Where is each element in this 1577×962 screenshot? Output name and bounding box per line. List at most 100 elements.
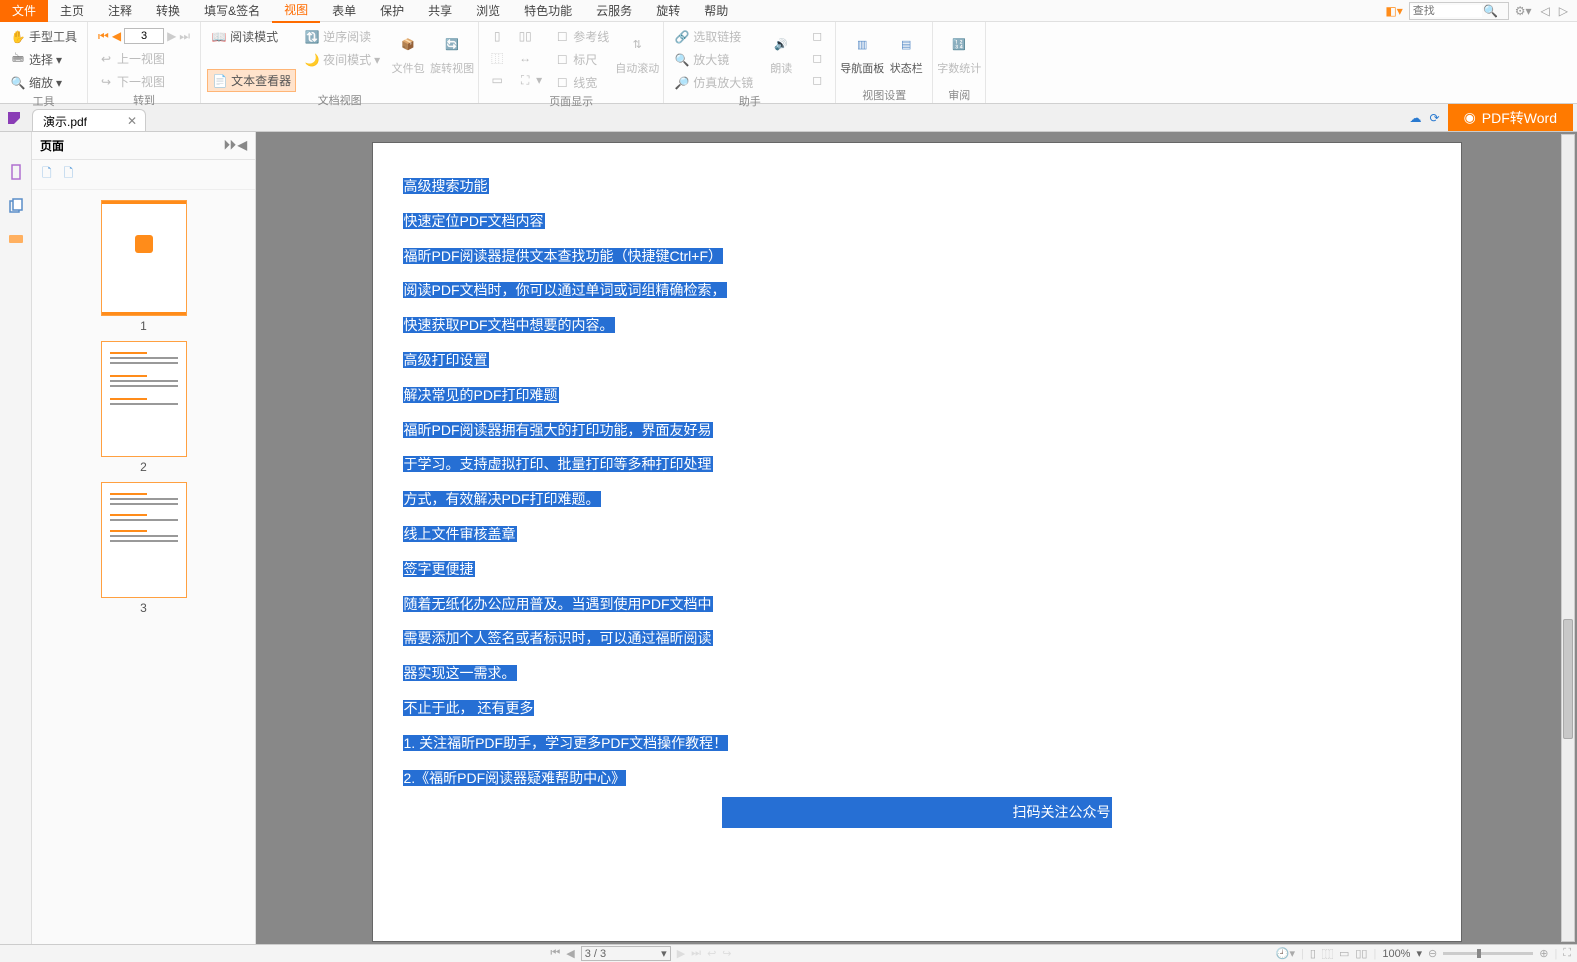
pages-icon[interactable] <box>6 196 26 216</box>
nav-expand-icon[interactable]: ⏵⏵ <box>224 138 236 153</box>
ruler-icon: ☐ <box>554 52 570 68</box>
document-tab[interactable]: 演示.pdf ✕ <box>32 109 146 131</box>
reverse-reading[interactable]: 🔃逆序阅读 <box>300 26 384 47</box>
rotate-view[interactable]: 🔄旋转视图 <box>432 26 472 82</box>
menu-form[interactable]: 表单 <box>320 0 368 22</box>
sb-layout2-icon[interactable]: ⿲ <box>1322 946 1333 962</box>
auto-scroll[interactable]: ⇅自动滚动 <box>617 26 657 82</box>
sb-layout3-icon[interactable]: ▭ <box>1339 947 1349 960</box>
sb-zoom-in-icon[interactable]: ⊕ <box>1539 947 1548 960</box>
cloud-sync-icon[interactable]: ☁ <box>1410 111 1422 125</box>
reading-mode[interactable]: 📖阅读模式 <box>207 26 296 47</box>
bookmark-icon[interactable] <box>6 162 26 182</box>
sb-next-icon[interactable]: ▶ <box>677 947 685 960</box>
thumb-opt2-icon[interactable]: 🗋 <box>64 164 74 185</box>
fit-page-icon: ⛶ <box>517 72 533 88</box>
close-tab-icon[interactable]: ✕ <box>127 114 137 128</box>
prev-page-icon[interactable]: ◀ <box>112 29 121 43</box>
nav-collapse-icon[interactable]: ◀ <box>238 138 247 153</box>
page-number-input[interactable] <box>124 28 164 44</box>
statusbar-page-nav: ⏮ ◀ 3 / 3▾ ▶ ⏭ ↩ ↪ <box>550 946 731 961</box>
menu-share[interactable]: 共享 <box>416 0 464 22</box>
menu-comment[interactable]: 注释 <box>96 0 144 22</box>
prev-match-icon[interactable]: ◁ <box>1538 4 1553 18</box>
zoom-slider[interactable] <box>1443 952 1533 955</box>
comments-icon[interactable] <box>6 230 26 250</box>
menu-home[interactable]: 主页 <box>48 0 96 22</box>
thumb-opt1-icon[interactable]: 🗋 <box>42 164 52 185</box>
scrollbar-thumb[interactable] <box>1563 619 1573 739</box>
search-input[interactable] <box>1410 5 1482 17</box>
layout-3[interactable]: ▭ <box>485 70 509 90</box>
speaker-icon: 🔊 <box>767 32 795 60</box>
sim-magnifier[interactable]: 🔎仿真放大镜 <box>670 72 757 93</box>
ruler[interactable]: ☐标尺 <box>550 49 613 70</box>
reading-bg[interactable]: 🌙夜间模式▾ <box>300 49 384 70</box>
search-options-icon[interactable]: ◧▾ <box>1382 4 1405 18</box>
sb-last-icon[interactable]: ⏭ <box>691 947 701 960</box>
menu-browse[interactable]: 浏览 <box>464 0 512 22</box>
thumbnail-2[interactable]: 2 <box>101 341 187 474</box>
layout-5[interactable]: ↔ <box>513 48 546 68</box>
pick-link[interactable]: 🔗选取链接 <box>670 26 757 47</box>
text-viewer[interactable]: 📄文本查看器 <box>207 69 296 92</box>
menu-convert[interactable]: 转换 <box>144 0 192 22</box>
read-aloud[interactable]: 🔊朗读 <box>761 26 801 82</box>
menu-rotate[interactable]: 旋转 <box>644 0 692 22</box>
assist-opt3[interactable]: ◻ <box>805 70 829 90</box>
layout-1[interactable]: ▯ <box>485 26 509 46</box>
assist-opt1[interactable]: ◻ <box>805 26 829 46</box>
thumbnail-3[interactable]: 3 <box>101 482 187 615</box>
menu-fillsign[interactable]: 填写&签名 <box>192 0 272 22</box>
sb-prev-view-icon[interactable]: ↩ <box>707 947 716 960</box>
first-page-icon[interactable]: ⏮ <box>98 29 109 44</box>
menu-view[interactable]: 视图 <box>272 0 320 23</box>
next-view[interactable]: ↪下一视图 <box>94 71 194 92</box>
text-line: 2.《福昕PDF阅读器疑难帮助中心》 <box>403 770 627 786</box>
sb-layout4-icon[interactable]: ▯▯ <box>1355 947 1367 960</box>
guides[interactable]: ☐参考线 <box>550 26 613 47</box>
hand-tool[interactable]: ✋手型工具 <box>6 26 81 47</box>
opt2-icon: ◻ <box>809 50 825 66</box>
zoom-tool[interactable]: 🔍缩放▾ <box>6 72 81 93</box>
prev-view[interactable]: ↩上一视图 <box>94 48 194 69</box>
document-viewer[interactable]: 高级搜索功能 快速定位PDF文档内容 福昕PDF阅读器提供文本查找功能（快捷键C… <box>256 132 1577 944</box>
select-icon: 🖮 <box>10 52 26 68</box>
sb-layout1-icon[interactable]: ▯ <box>1310 947 1316 960</box>
linewidth[interactable]: ☐线宽 <box>550 72 613 93</box>
guides-icon: ☐ <box>554 29 570 45</box>
word-count[interactable]: 🔢字数统计 <box>939 26 979 82</box>
assist-opt2[interactable]: ◻ <box>805 48 829 68</box>
file-package[interactable]: 📦文件包 <box>388 26 428 82</box>
next-match-icon[interactable]: ▷ <box>1556 4 1571 18</box>
statusbar-toggle[interactable]: ▤状态栏 <box>886 26 926 82</box>
sb-prev-icon[interactable]: ◀ <box>566 947 574 960</box>
menu-cloud[interactable]: 云服务 <box>584 0 644 22</box>
sb-next-view-icon[interactable]: ↪ <box>722 947 731 960</box>
sb-page-selector[interactable]: 3 / 3▾ <box>581 946 671 961</box>
magnifier[interactable]: 🔍放大镜 <box>670 49 757 70</box>
settings-icon[interactable]: ⚙▾ <box>1512 4 1535 18</box>
sb-clock-icon[interactable]: 🕘▾ <box>1276 947 1295 960</box>
last-page-icon[interactable]: ⏭ <box>179 29 190 44</box>
layout-4[interactable]: ▯▯ <box>513 26 546 46</box>
next-page-icon[interactable]: ▶ <box>167 29 176 43</box>
menu-features[interactable]: 特色功能 <box>512 0 584 22</box>
hand-icon: ✋ <box>10 29 26 45</box>
menu-protect[interactable]: 保护 <box>368 0 416 22</box>
select-tool[interactable]: 🖮选择▾ <box>6 49 81 70</box>
sb-fullscreen-icon[interactable]: ⛶ <box>1563 947 1571 960</box>
layout-2[interactable]: ⿲ <box>485 48 509 68</box>
search-icon[interactable]: 🔍 <box>1482 4 1500 18</box>
menu-help[interactable]: 帮助 <box>692 0 740 22</box>
layout-6[interactable]: ⛶▾ <box>513 70 546 90</box>
refresh-icon[interactable]: ⟳ <box>1430 111 1440 125</box>
thumbnail-1[interactable]: 1 <box>101 200 187 333</box>
sb-first-icon[interactable]: ⏮ <box>550 947 560 960</box>
link-icon: 🔗 <box>674 29 690 45</box>
menu-file[interactable]: 文件 <box>0 0 48 22</box>
pdf-to-word-button[interactable]: ◉ PDF转Word <box>1448 104 1573 131</box>
vertical-scrollbar[interactable] <box>1561 134 1575 942</box>
sb-zoom-out-icon[interactable]: ⊖ <box>1428 947 1437 960</box>
nav-panel-toggle[interactable]: ▥导航面板 <box>842 26 882 82</box>
